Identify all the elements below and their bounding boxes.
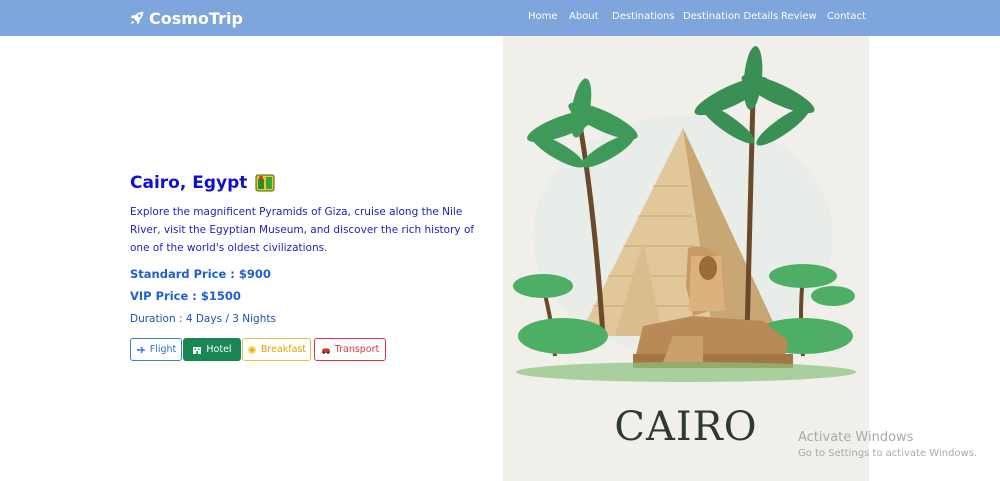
cairo-poster: CAIRO [503,36,869,481]
nav-destinations[interactable]: Destinations [612,11,675,22]
airplane-icon [136,346,145,353]
nav-contact[interactable]: Contact [827,11,866,22]
nav-about[interactable]: About [569,11,599,22]
navbar: CosmoTrip Home About Destinations Destin… [0,0,1000,36]
nav-links: Home About Destinations Destination Deta… [0,0,1000,36]
nav-home[interactable]: Home [528,11,558,22]
nav-destination-details[interactable]: Destination Details [683,11,778,22]
hotel-badge[interactable]: Hotel [183,338,241,361]
nav-review[interactable]: Review [781,11,817,22]
flight-label: Flight [149,344,177,355]
watermark-title: Activate Windows [798,430,914,445]
standard-price: Standard Price : $900 [130,267,271,281]
breakfast-icon [247,345,256,354]
breakfast-badge[interactable]: Breakfast [242,338,311,361]
breakfast-label: Breakfast [260,344,307,355]
flight-badge[interactable]: Flight [130,338,182,361]
vip-price: VIP Price : $1500 [130,289,241,303]
transport-label: Transport [334,344,380,355]
destination-description: Explore the magnificent Pyramids of Giza… [130,206,475,254]
hotel-label: Hotel [206,344,232,355]
transport-badge[interactable]: Transport [314,338,386,361]
destination-title-text: Cairo, Egypt [130,173,248,193]
duration: Duration : 4 Days / 3 Nights [130,313,276,325]
hotel-icon [193,346,202,354]
destination-title: Cairo, Egypt [130,173,275,193]
activate-windows-watermark: Activate Windows Go to Settings to activ… [798,430,977,459]
egypt-flag-icon [255,174,275,192]
watermark-subtitle: Go to Settings to activate Windows. [798,448,978,459]
car-icon [321,348,330,354]
